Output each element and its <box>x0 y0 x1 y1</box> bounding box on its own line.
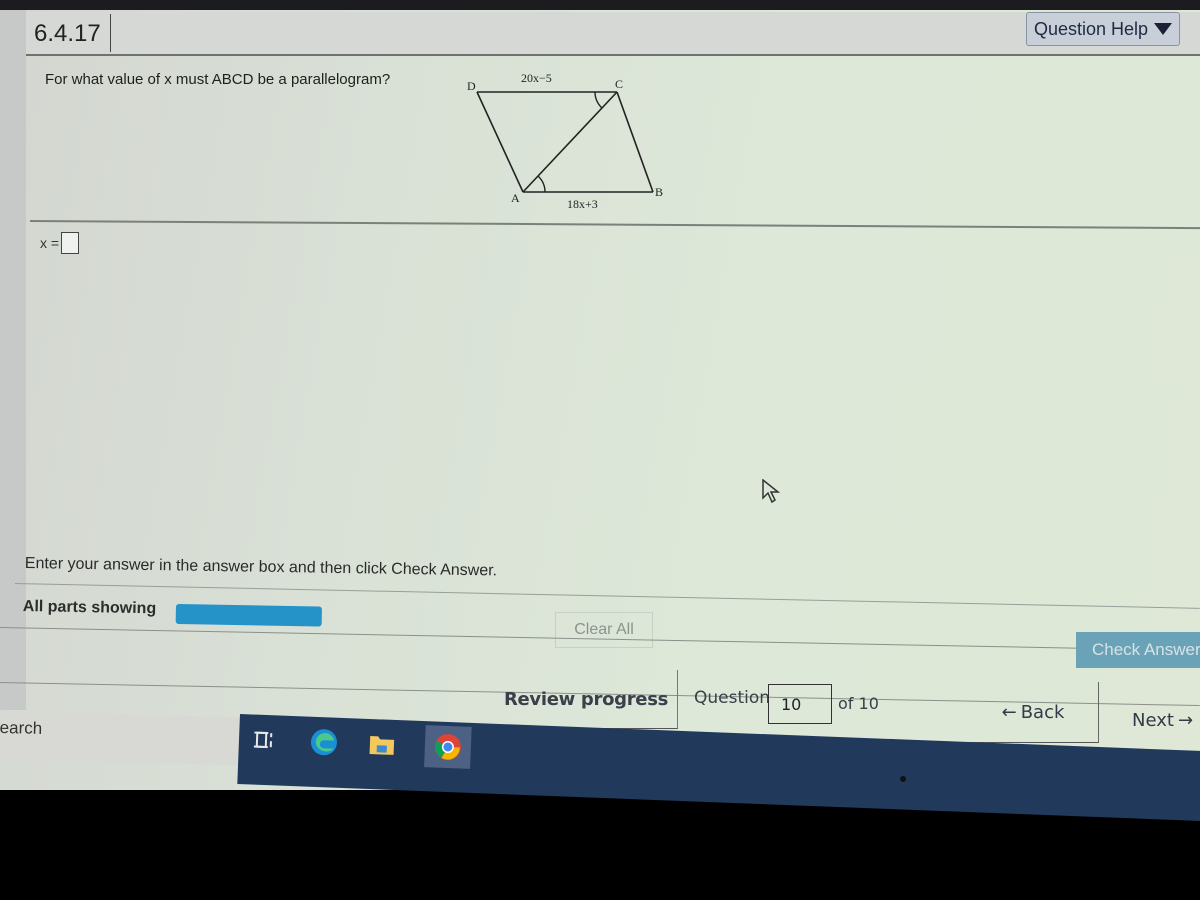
vertex-label-a: A <box>511 191 520 205</box>
screen: 6.4.17 Question Help For what value of x… <box>0 0 1200 822</box>
dropdown-triangle-icon <box>1154 23 1173 35</box>
side-label-bottom: 18x+3 <box>567 197 598 211</box>
arrow-right-icon: → <box>1177 709 1194 731</box>
header-divider <box>110 14 111 52</box>
question-header: 6.4.17 Question Help <box>26 12 1200 56</box>
arrow-left-icon: ← <box>1001 701 1017 723</box>
angle-mark-c <box>594 91 603 109</box>
instructions-text: Enter your answer in the answer box and … <box>24 555 498 580</box>
review-progress-button[interactable]: Review progress <box>495 670 678 729</box>
vertex-label-b: B <box>655 185 663 199</box>
next-button[interactable]: Next → <box>1110 690 1200 750</box>
question-total: of 10 <box>838 694 879 713</box>
file-explorer-icon[interactable] <box>366 729 397 760</box>
back-button[interactable]: ← Back <box>968 682 1099 743</box>
chrome-icon[interactable] <box>424 725 472 769</box>
task-view-icon[interactable] <box>248 724 279 755</box>
side-cb <box>616 91 654 193</box>
screen-speck <box>900 776 906 782</box>
question-prompt: For what value of x must ABCD be a paral… <box>45 71 391 88</box>
question-number-input[interactable] <box>768 684 832 724</box>
question-help-label: Question Help <box>1033 18 1149 39</box>
vertex-label-c: C <box>615 77 623 91</box>
next-label: Next <box>1132 709 1174 731</box>
parallelogram-figure: D C A B 20x−5 18x+3 <box>467 71 663 211</box>
side-da <box>476 91 524 193</box>
angle-mark-a <box>537 175 546 193</box>
question-number: 6.4.17 <box>34 20 101 47</box>
side-label-top: 20x−5 <box>521 71 552 85</box>
question-help-button[interactable]: Question Help <box>1026 12 1180 46</box>
taskbar-search-box[interactable]: earch <box>0 712 240 766</box>
question-label: Question <box>694 688 771 708</box>
diagonal-ac <box>522 91 618 193</box>
answer-input[interactable] <box>61 232 80 254</box>
answer-row: x = <box>40 232 80 254</box>
answer-label: x = <box>40 235 60 251</box>
vertex-label-d: D <box>467 79 476 93</box>
back-label: Back <box>1020 701 1065 723</box>
mouse-cursor-icon <box>762 479 781 504</box>
question-divider <box>29 220 1200 230</box>
check-answer-button[interactable]: Check Answer <box>1076 632 1200 668</box>
parts-progress-bar <box>175 604 322 627</box>
taskbar-search-text: earch <box>0 717 43 738</box>
edge-icon[interactable] <box>308 727 339 758</box>
clear-all-button[interactable]: Clear All <box>555 612 653 648</box>
monitor-bezel-top <box>0 0 1200 10</box>
parts-showing-label: All parts showing <box>22 598 157 618</box>
